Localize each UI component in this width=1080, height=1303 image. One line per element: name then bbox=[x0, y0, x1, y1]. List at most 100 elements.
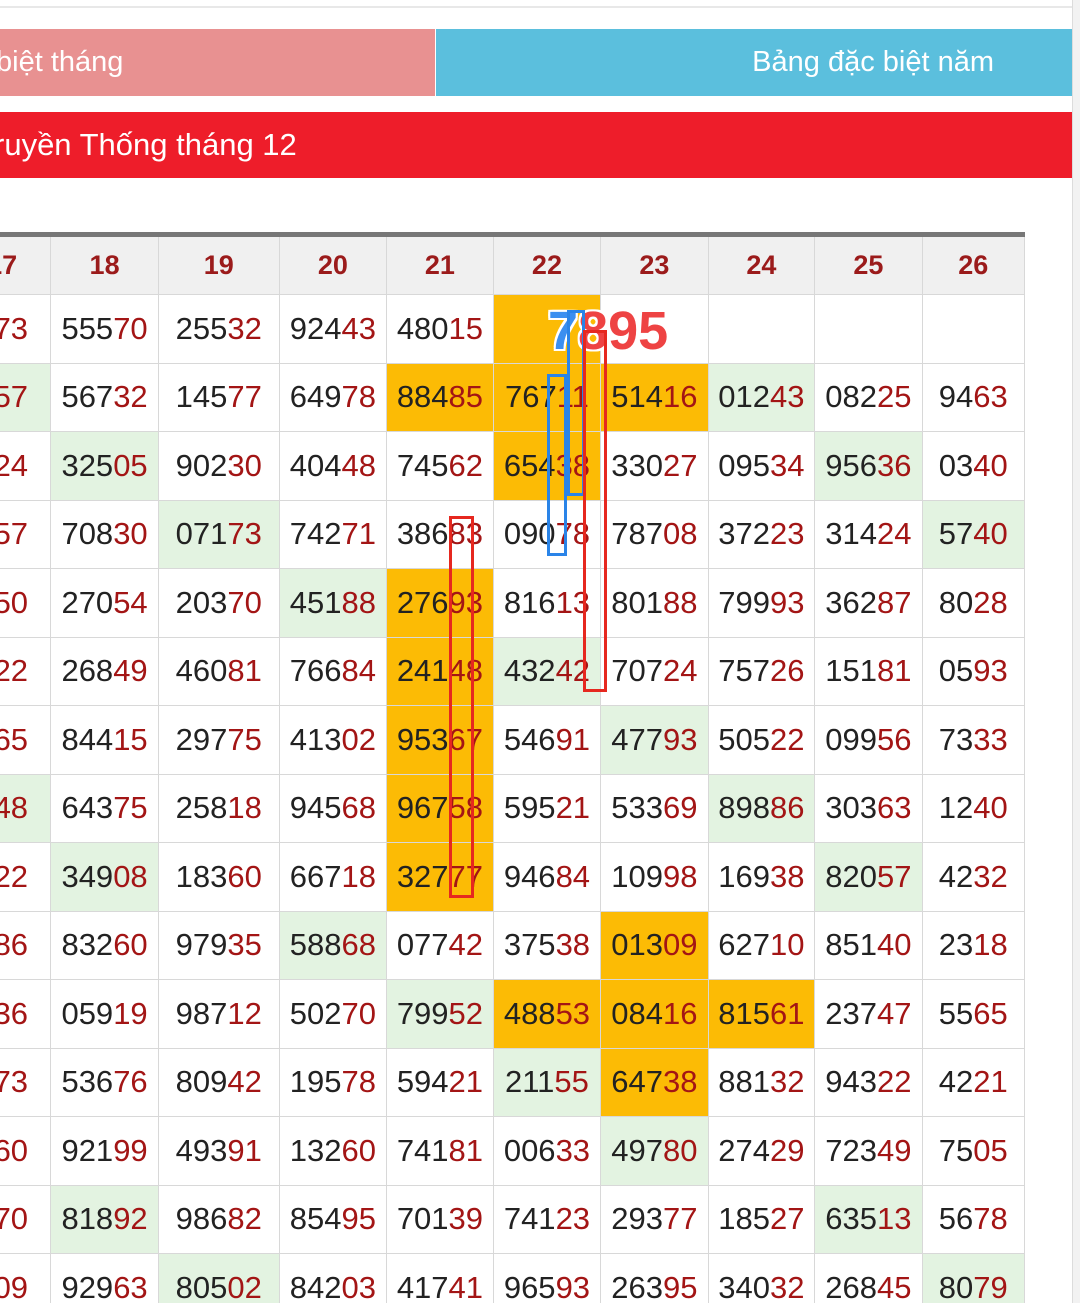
result-value-head: 956 bbox=[825, 447, 877, 483]
result-value-tail: 09 bbox=[0, 1269, 29, 1303]
result-cell: 18527 bbox=[707, 1184, 816, 1254]
result-cell: 07742 bbox=[386, 910, 494, 980]
result-value-tail: 70 bbox=[113, 310, 148, 346]
result-cell: 673 bbox=[0, 1047, 52, 1117]
result-cell: 41302 bbox=[278, 705, 388, 775]
result-value-head: 832 bbox=[61, 927, 114, 963]
result-cell: 5678 bbox=[921, 1184, 1026, 1254]
result-value-tail: 84 bbox=[341, 653, 377, 689]
result-value-head: 258 bbox=[175, 790, 228, 826]
result-value-head: 816 bbox=[503, 584, 556, 620]
month-banner: ruyền Thống tháng 12 bbox=[0, 112, 1072, 178]
result-value-head: 667 bbox=[289, 858, 342, 894]
result-value-tail: 52 bbox=[448, 995, 484, 1031]
result-value-head: 460 bbox=[175, 653, 228, 689]
result-cell: 62710 bbox=[707, 910, 816, 980]
result-value-head: 924 bbox=[289, 310, 342, 346]
result-value-head: 270 bbox=[61, 584, 114, 620]
result-cell: 950 bbox=[0, 568, 52, 638]
result-cell: 08416 bbox=[600, 979, 709, 1049]
result-cell: 59421 bbox=[386, 1047, 494, 1117]
result-value-head: 077 bbox=[396, 927, 449, 963]
result-cell: 83260 bbox=[50, 910, 159, 980]
result-value-tail: 50 bbox=[0, 584, 29, 620]
result-value-head: 946 bbox=[503, 858, 556, 894]
result-value-tail: 75 bbox=[113, 790, 148, 826]
result-value-tail: 13 bbox=[876, 1201, 912, 1237]
result-cell: 257 bbox=[0, 362, 52, 432]
result-cell: 26395 bbox=[600, 1253, 709, 1303]
result-value-tail: 65 bbox=[973, 995, 1008, 1031]
table-row: 3868326097935588680774237538013096271085… bbox=[0, 910, 1026, 980]
result-cell: 63513 bbox=[814, 1184, 923, 1254]
result-value-tail: 76 bbox=[113, 1064, 148, 1100]
result-value-tail: 87 bbox=[876, 584, 912, 620]
result-cell: 29775 bbox=[157, 705, 280, 775]
result-cell: 90230 bbox=[157, 431, 280, 501]
result-cell: 40448 bbox=[278, 431, 388, 501]
result-cell: 16938 bbox=[707, 842, 816, 912]
result-value-tail: 43 bbox=[341, 310, 377, 346]
result-value-head: 268 bbox=[61, 653, 114, 689]
result-value-tail: 34 bbox=[769, 447, 805, 483]
result-cell: 80188 bbox=[600, 568, 709, 638]
result-value-tail: 23 bbox=[769, 516, 805, 552]
result-cell: 94568 bbox=[278, 773, 388, 843]
result-value-head: 57 bbox=[938, 516, 974, 552]
result-cell: 27054 bbox=[50, 568, 159, 638]
result-value-head: 635 bbox=[825, 1201, 877, 1237]
result-cell: 048 bbox=[0, 773, 52, 843]
result-value-head: 413 bbox=[289, 721, 342, 757]
result-value-tail: 42 bbox=[448, 927, 484, 963]
result-value-tail: 86 bbox=[0, 927, 29, 963]
result-value-head: 842 bbox=[289, 1269, 342, 1303]
result-value-tail: 98 bbox=[662, 858, 698, 894]
result-value-tail: 95 bbox=[662, 1269, 698, 1303]
tab-special-month[interactable]: biệt tháng bbox=[0, 29, 435, 96]
column-header-26: 26 bbox=[921, 234, 1026, 295]
result-value-head: 94 bbox=[938, 379, 974, 415]
table-row: 6609219949391132607418100633497802742972… bbox=[0, 1116, 1026, 1186]
result-value-head: 595 bbox=[503, 790, 556, 826]
result-cell: 46081 bbox=[157, 636, 280, 706]
result-value-tail: 30 bbox=[227, 447, 262, 483]
result-value-head: 203 bbox=[175, 584, 228, 620]
result-cell: 41741 bbox=[386, 1253, 494, 1303]
result-value-tail: 38 bbox=[662, 1064, 698, 1100]
result-value-head: 082 bbox=[825, 379, 877, 415]
result-value-head: 42 bbox=[938, 1064, 974, 1100]
table-row: 4360591998712502707995248853084168156123… bbox=[0, 979, 1026, 1049]
result-value-head: 902 bbox=[175, 447, 228, 483]
result-cell: 97935 bbox=[157, 910, 280, 980]
result-cell: 96593 bbox=[492, 1253, 602, 1303]
result-value-head: 268 bbox=[825, 1269, 877, 1303]
table-row: 3658441529775413029536754691477935052209… bbox=[0, 705, 1026, 775]
result-value-tail: 39 bbox=[448, 1201, 484, 1237]
result-value-tail: 38 bbox=[555, 927, 591, 963]
result-cell: 022 bbox=[0, 636, 52, 706]
result-cell: 32777 bbox=[386, 842, 494, 912]
result-cell: 26845 bbox=[814, 1253, 923, 1303]
result-cell: 79993 bbox=[707, 568, 816, 638]
result-value-head: 362 bbox=[825, 584, 877, 620]
result-value-head: 844 bbox=[61, 721, 114, 757]
results-table-container[interactable]: 17181920212223242526 3735557025532924434… bbox=[0, 232, 1072, 1303]
result-value-tail: 85 bbox=[448, 379, 484, 415]
result-cell: 31424 bbox=[814, 499, 923, 569]
result-value-tail: 08 bbox=[662, 516, 698, 552]
result-cell: 34032 bbox=[707, 1253, 816, 1303]
result-value-tail: 02 bbox=[227, 1269, 262, 1303]
result-value-tail: 27 bbox=[769, 1201, 805, 1237]
result-value-head: 546 bbox=[503, 721, 556, 757]
column-header-20: 20 bbox=[278, 234, 388, 295]
scrollbar-track[interactable] bbox=[1072, 0, 1080, 1303]
table-row: 37355570255329244348015 bbox=[0, 294, 1026, 364]
result-value-head: 643 bbox=[61, 790, 114, 826]
result-value-head: 707 bbox=[611, 653, 663, 689]
result-cell: 50270 bbox=[278, 979, 388, 1049]
result-value-tail: 32 bbox=[113, 379, 148, 415]
tab-special-year[interactable]: Bảng đặc biệt năm bbox=[436, 29, 1072, 96]
result-value-head: 169 bbox=[718, 858, 770, 894]
table-row: 8223490818360667183277794684109981693882… bbox=[0, 842, 1026, 912]
result-value-head: 012 bbox=[718, 379, 770, 415]
